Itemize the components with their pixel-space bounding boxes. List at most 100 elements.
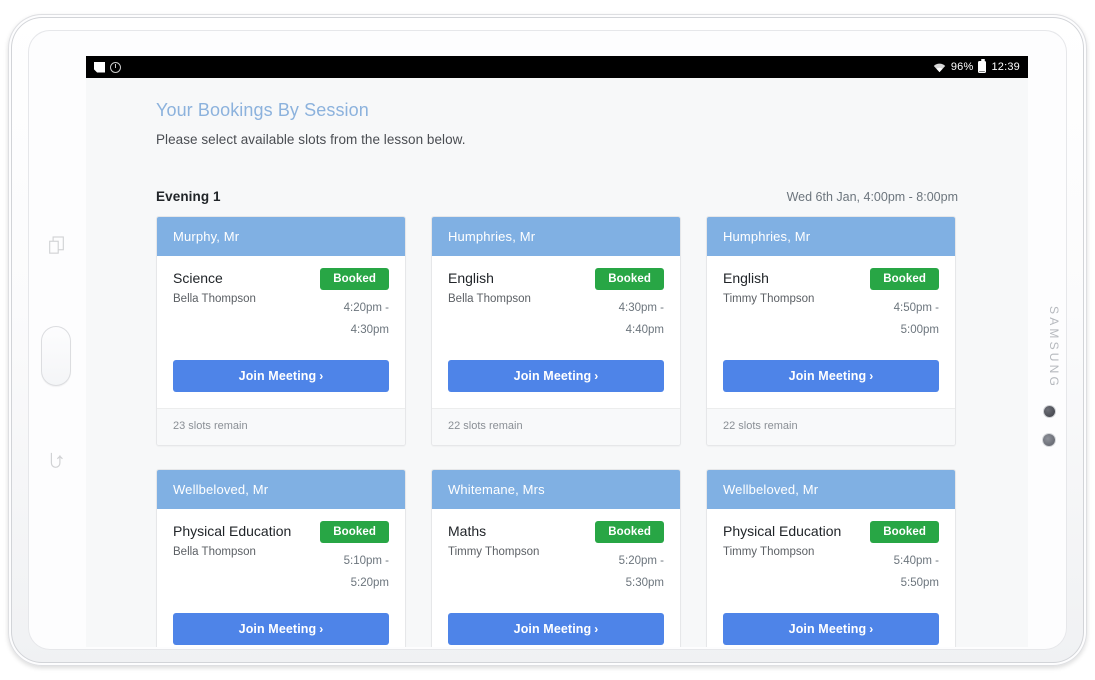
light-sensor-icon (1043, 434, 1055, 446)
status-bar-system: 96% 12:39 (933, 59, 1020, 73)
join-meeting-button[interactable]: Join Meeting › (448, 612, 664, 645)
card-slot-time: 5:10pm - 5:20pm (303, 550, 389, 595)
card-body: Physical Education Timmy Thompson Booked 5:… (707, 509, 955, 647)
tablet-device-frame: SAMSUNG 96% 12:39 Your Bookings By Sessi… (8, 14, 1087, 666)
chevron-right-icon: › (594, 368, 599, 383)
card-subject: Maths (448, 522, 487, 539)
back-icon[interactable] (48, 451, 65, 470)
chevron-right-icon: › (594, 621, 599, 636)
card-status-info: Booked 5:20pm - 5:30pm (578, 520, 664, 595)
card-body: English Timmy Thompson Booked 4:50pm - 5:00p… (707, 256, 955, 408)
card-status-info: Booked 4:50pm - 5:00pm (853, 268, 939, 342)
card-subject: English (723, 270, 769, 286)
battery-icon (978, 59, 987, 73)
status-badge: Booked (320, 520, 389, 543)
booking-card: Humphries, Mr English Timmy Thompson Booked… (706, 216, 956, 446)
page-subtitle: Please select available slots from the l… (156, 132, 466, 147)
card-subject: Physical Education (723, 522, 842, 539)
page-content: Your Bookings By Session Please select a… (86, 78, 1028, 647)
card-student: Timmy Thompson (723, 293, 815, 306)
front-camera-icon (1044, 406, 1055, 417)
page-title: Your Bookings By Session (156, 100, 369, 120)
card-top-row: English Bella Thompson Booked 4:30pm - 4:40p… (448, 268, 664, 342)
card-lesson-info: Physical Education Bella Thompson (173, 521, 291, 558)
join-meeting-label: Join Meeting (788, 368, 867, 383)
samsung-brand-logo: SAMSUNG (1047, 306, 1061, 390)
card-status-info: Booked 5:10pm - 5:20pm (303, 520, 389, 595)
join-meeting-button[interactable]: Join Meeting › (448, 359, 664, 392)
card-status-info: Booked 4:30pm - 4:40pm (578, 268, 664, 342)
tablet-screen: 96% 12:39 Your Bookings By Session Pleas… (86, 56, 1028, 647)
card-student: Timmy Thompson (723, 546, 815, 559)
wifi-icon (933, 63, 946, 72)
android-status-bar: 96% 12:39 (86, 56, 1028, 78)
card-lesson-info: Physical Education Timmy Thompson (723, 521, 841, 558)
card-top-row: Physical Education Timmy Thompson Booked 5:… (723, 520, 939, 595)
card-lesson-info: Science Bella Thompson (173, 268, 256, 305)
slot-time-start: 4:50pm - (893, 302, 939, 314)
card-slot-time: 5:40pm - 5:50pm (853, 550, 939, 595)
card-lesson-info: English Timmy Thompson (723, 268, 814, 305)
card-subject: English (448, 270, 494, 286)
card-slots-remain: 22 slots remain (432, 407, 680, 445)
card-top-row: English Timmy Thompson Booked 4:50pm - 5:00p… (723, 268, 939, 342)
session-datetime: Wed 6th Jan, 4:00pm - 8:00pm (786, 190, 958, 204)
card-slot-time: 4:50pm - 5:00pm (853, 297, 939, 342)
card-slot-time: 5:20pm - 5:30pm (578, 550, 664, 595)
card-lesson-info: Maths Timmy Thompson (448, 521, 539, 558)
card-lesson-info: English Bella Thompson (448, 268, 531, 305)
clock-icon (110, 61, 121, 73)
status-badge: Booked (870, 520, 939, 543)
join-meeting-label: Join Meeting (788, 621, 867, 636)
booking-card: Whitemane, Mrs Maths Timmy Thompson Booked 5… (431, 468, 681, 647)
slot-time-start: 4:30pm - (618, 302, 664, 314)
booking-card: Wellbeloved, Mr Physical Education Timmy T… (706, 468, 956, 647)
slot-time-end: 5:50pm (900, 577, 939, 590)
card-top-row: Maths Timmy Thompson Booked 5:20pm - 5:30pm (448, 520, 664, 595)
card-teacher-name: Humphries, Mr (707, 217, 955, 256)
clock-label: 12:39 (991, 61, 1020, 73)
join-meeting-label: Join Meeting (238, 368, 317, 383)
booking-card: Humphries, Mr English Bella Thompson Booked… (431, 216, 681, 446)
chevron-right-icon: › (869, 368, 874, 383)
join-meeting-label: Join Meeting (513, 368, 592, 383)
card-body: Physical Education Bella Thompson Booked 5:… (157, 509, 405, 647)
slot-time-start: 5:20pm - (618, 554, 664, 567)
card-slots-remain: 22 slots remain (707, 407, 955, 445)
card-top-row: Physical Education Bella Thompson Booked 5:… (173, 520, 389, 595)
card-teacher-name: Murphy, Mr (157, 217, 405, 256)
join-meeting-button[interactable]: Join Meeting › (723, 359, 939, 392)
card-student: Bella Thompson (448, 293, 531, 306)
slot-time-start: 5:10pm - (343, 554, 389, 567)
recent-apps-icon[interactable] (48, 236, 65, 255)
home-button[interactable] (41, 326, 71, 386)
join-meeting-button[interactable]: Join Meeting › (723, 612, 939, 645)
slot-time-end: 5:20pm (350, 577, 389, 590)
note-icon (94, 61, 105, 73)
slot-time-end: 5:30pm (625, 577, 664, 590)
card-teacher-name: Wellbeloved, Mr (157, 469, 405, 509)
slot-time-start: 4:20pm - (343, 302, 389, 314)
bookings-grid: Murphy, Mr Science Bella Thompson Booked 4:2… (156, 216, 958, 647)
join-meeting-button[interactable]: Join Meeting › (173, 612, 389, 645)
card-teacher-name: Whitemane, Mrs (432, 469, 680, 509)
join-meeting-label: Join Meeting (238, 621, 317, 636)
status-badge: Booked (320, 268, 389, 290)
slot-time-end: 4:40pm (625, 324, 664, 337)
card-subject: Science (173, 270, 223, 286)
chevron-right-icon: › (319, 368, 324, 383)
chevron-right-icon: › (869, 621, 874, 636)
card-slot-time: 4:30pm - 4:40pm (578, 297, 664, 342)
card-student: Bella Thompson (173, 293, 256, 306)
booking-card: Murphy, Mr Science Bella Thompson Booked 4:2… (156, 216, 406, 446)
status-badge: Booked (595, 520, 664, 543)
join-meeting-button[interactable]: Join Meeting › (173, 359, 389, 392)
slot-time-start: 5:40pm - (893, 554, 939, 567)
status-bar-notifications (94, 61, 121, 73)
slot-time-end: 5:00pm (900, 324, 939, 337)
card-body: Maths Timmy Thompson Booked 5:20pm - 5:30pm J… (432, 509, 680, 647)
card-top-row: Science Bella Thompson Booked 4:20pm - 4:30p… (173, 268, 389, 342)
card-subject: Physical Education (173, 522, 292, 539)
status-badge: Booked (595, 268, 664, 290)
card-body: English Bella Thompson Booked 4:30pm - 4:40p… (432, 256, 680, 408)
